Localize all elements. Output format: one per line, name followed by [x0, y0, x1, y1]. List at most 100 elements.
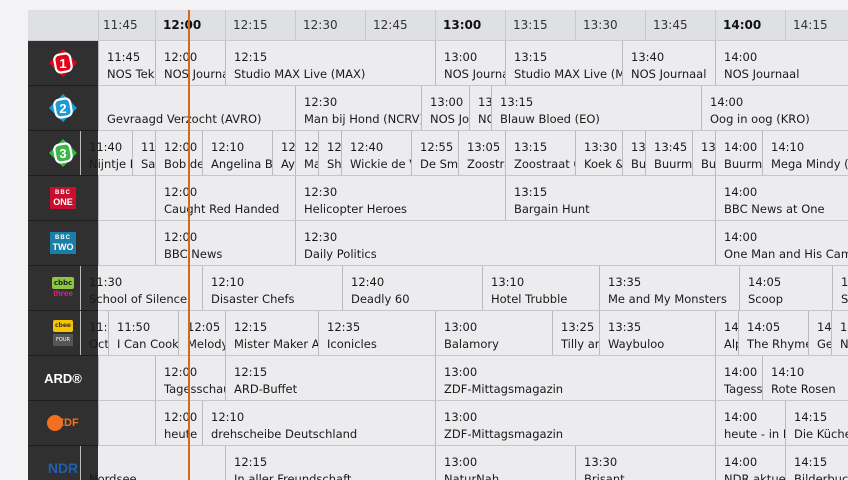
program-cell[interactable]: 12:25 Ayla	[272, 131, 296, 175]
program-cell[interactable]: 12:10 drehscheibe Deutschland	[202, 401, 436, 445]
program-cell[interactable]: 13:55 Bu	[692, 131, 716, 175]
program-cell[interactable]: 14:20 Get Squiggling	[808, 311, 832, 355]
program-cell[interactable]: 12:30 Man bij Hond (NCRV)	[295, 86, 422, 130]
tick-separator	[715, 10, 716, 40]
program-cell[interactable]: 12:05 Melody	[178, 311, 226, 355]
program-cell[interactable]: 13:00 NOS Journaal	[421, 86, 470, 130]
program-title: Sc	[841, 292, 848, 306]
program-cell[interactable]: 13:00 ZDF-Mittagsmagazin	[435, 356, 716, 400]
program-cell[interactable]: 13:00 ZDF-Mittagsmagazin	[435, 401, 716, 445]
program-time: 12:00	[164, 185, 198, 199]
program-cell[interactable]: 13:10 Hotel Trubble	[482, 266, 600, 310]
zdf-icon[interactable]: ZDF	[28, 401, 98, 446]
program-cell[interactable]: 12:15 Mister Maker Around the World	[225, 311, 319, 355]
program-cell[interactable]: 11:45 NOS Tekst	[98, 41, 156, 85]
program-cell[interactable]	[98, 176, 156, 220]
program-time: 13:00	[430, 95, 464, 109]
program-cell[interactable]: 13:00 Balamory	[435, 311, 553, 355]
program-cell[interactable]: 13:40 Bu	[622, 131, 646, 175]
npo1-icon[interactable]: 1	[28, 41, 98, 86]
program-time: 12:00	[164, 410, 198, 424]
program-cell[interactable]: 13:45 Buurman	[645, 131, 693, 175]
program-time: 14:15	[794, 410, 828, 424]
program-time: 14:00	[710, 95, 744, 109]
program-cell[interactable]: 14:05 The Rhyme Rocket	[738, 311, 809, 355]
time-tick-1245: 12:45	[373, 18, 408, 32]
program-time: 13:00	[444, 365, 478, 379]
program-cell[interactable]: 11:40 Nijntje Hoep	[80, 131, 133, 175]
program-cell[interactable]: 12:00 BBC News	[155, 221, 296, 265]
program-cell[interactable]: 12:00 Bob de Bouwer	[155, 131, 203, 175]
program-title: NOS Journaal	[430, 112, 470, 126]
program-cell[interactable]: 11:50 I Can Cook	[108, 311, 179, 355]
npo2-icon[interactable]: 2	[28, 86, 98, 131]
program-cell[interactable]: 13:40 NOS Journaal	[622, 41, 716, 85]
program-cell[interactable]: 12:00 NOS Journaal	[155, 41, 226, 85]
program-title: Die Küchenschlacht	[794, 427, 848, 441]
program-cell[interactable]: 13:25 Tilly and Friends	[552, 311, 600, 355]
program-cell[interactable]: 12:00 Caught Red Handed	[155, 176, 296, 220]
program-cell[interactable]: 13:35 Waybuloo	[599, 311, 716, 355]
program-time: 14:15	[794, 455, 828, 469]
program-cell[interactable]: 12:40 Wickie de Viking	[341, 131, 412, 175]
program-cell[interactable]	[98, 401, 156, 445]
program-cell[interactable]: 14:00 Alphablocks	[715, 311, 739, 355]
program-cell[interactable]	[98, 221, 156, 265]
program-title: NaturNah	[444, 472, 500, 480]
program-cell[interactable]: 13:00 NOS Journaal	[435, 41, 506, 85]
program-cell[interactable]: 13:30 Koek & Ei	[575, 131, 623, 175]
program-cell[interactable]: 11:30 School of Silence	[80, 266, 203, 310]
program-cell[interactable]: 12:35 Sh	[318, 131, 342, 175]
program-cell[interactable]: 13:15 Zoostraat 6	[505, 131, 576, 175]
program-cell[interactable]: 11:55 Sam Sam	[132, 131, 156, 175]
program-cell[interactable]: 13:15 Studio MAX Live (MAX)	[505, 41, 623, 85]
program-cell[interactable]: 13:15 Bargain Hunt	[505, 176, 716, 220]
program-cell[interactable]: 13:00 NaturNah	[435, 446, 576, 480]
program-cell[interactable]: 12:40 Deadly 60	[342, 266, 483, 310]
bbc-one-icon[interactable]: BBC ONE	[28, 176, 98, 221]
program-time: 14:20	[817, 320, 832, 334]
program-cell[interactable]: 14:00 BBC News at One	[715, 176, 848, 220]
program-cell[interactable]: 12:10 Angelina Ballerina	[202, 131, 273, 175]
program-cell[interactable]: 12:10 Disaster Chefs	[202, 266, 343, 310]
program-cell[interactable]: 12:35 Iconicles	[318, 311, 436, 355]
program-cell[interactable]: 13:35 Me and My Monsters	[599, 266, 740, 310]
program-cell[interactable]: 12:30 Helicopter Heroes	[295, 176, 506, 220]
program-cell[interactable]: 12:30 Daily Politics	[295, 221, 716, 265]
program-cell[interactable]: 13:30 Brisant	[575, 446, 716, 480]
program-cell[interactable]: 14:10 Mega Mindy (TV)	[762, 131, 848, 175]
program-cell[interactable]: 12:00 heute	[155, 401, 203, 445]
program-cell[interactable]: Gevraagd Verzocht (AVRO)	[98, 86, 296, 130]
program-cell[interactable]: 12:55 De Smurfen	[411, 131, 459, 175]
program-time: 12:55	[420, 140, 454, 154]
program-cell[interactable]: 13:05 NOS	[469, 86, 492, 130]
program-cell[interactable]: 14:25 Sc	[832, 266, 848, 310]
program-cell[interactable]: 14:00 Buurman	[715, 131, 763, 175]
program-cell[interactable]: 14:00 NDR aktuell	[715, 446, 786, 480]
program-cell[interactable]: 12:15 ARD-Buffet	[225, 356, 436, 400]
program-time: 12:05	[187, 320, 221, 334]
program-cell[interactable]: 14:05 Scoop	[739, 266, 833, 310]
program-cell[interactable]: 14:15 Bilderbuch	[785, 446, 848, 480]
program-cell[interactable]: 14:10 Rote Rosen	[762, 356, 848, 400]
program-cell[interactable]: 11:40 Octonauts	[80, 311, 109, 355]
program-cell[interactable]: 14:00 heute - in Deutschland	[715, 401, 786, 445]
program-cell[interactable]: 13:15 Blauw Bloed (EO)	[491, 86, 702, 130]
program-cell[interactable]: Nordsee	[80, 446, 226, 480]
program-cell[interactable]: 13:05 Zoostraat	[458, 131, 506, 175]
ard-icon[interactable]: ARD®	[28, 356, 98, 401]
program-cell[interactable]: 14:15 Die Küchenschlacht	[785, 401, 848, 445]
program-cell[interactable]: 14:25 Nina	[831, 311, 848, 355]
program-cell[interactable]: 14:00 Oog in oog (KRO)	[701, 86, 848, 130]
program-cell[interactable]: 12:15 Studio MAX Live (MAX)	[225, 41, 436, 85]
program-cell[interactable]: 14:00 One Man and His Camper	[715, 221, 848, 265]
program-cell[interactable]: 14:00 Tagesschau	[715, 356, 763, 400]
bbc-two-icon[interactable]: BBC TWO	[28, 221, 98, 266]
program-cell[interactable]: 12:30 Mama	[295, 131, 319, 175]
program-cell[interactable]: 12:00 Tagesschau	[155, 356, 226, 400]
channel-row-zdf: 12:00 heute 12:10 drehscheibe Deutschland 13…	[98, 401, 848, 446]
program-cell[interactable]: 14:00 NOS Journaal	[715, 41, 848, 85]
program-cell[interactable]	[98, 356, 156, 400]
program-cell[interactable]: 12:15 In aller Freundschaft	[225, 446, 436, 480]
tick-separator	[785, 10, 786, 40]
